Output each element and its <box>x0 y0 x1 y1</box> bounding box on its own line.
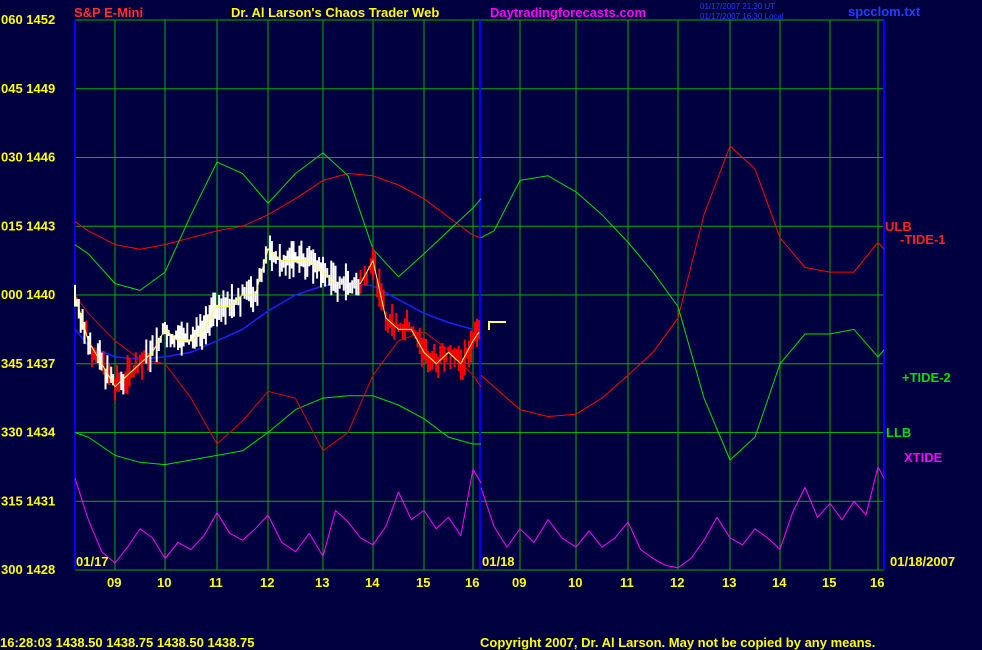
y-tick-label: 315 1431 <box>1 493 55 508</box>
copyright: Copyright 2007, Dr. Al Larson. May not b… <box>480 635 875 650</box>
x-tick-label: 13 <box>722 575 736 590</box>
date-label-full: 01/18/2007 <box>890 554 955 569</box>
x-tick-label: 13 <box>315 575 329 590</box>
y-tick-label: 000 1440 <box>1 287 55 302</box>
x-tick-label: 12 <box>670 575 684 590</box>
label-llb: LLB <box>886 425 911 440</box>
x-tick-label: 10 <box>568 575 582 590</box>
y-tick-label: 345 1437 <box>1 356 55 371</box>
data-file: spcclom.txt <box>848 4 921 19</box>
date-label-day2: 01/18 <box>482 554 515 569</box>
x-tick-label: 09 <box>512 575 526 590</box>
y-tick-label: 300 1428 <box>1 562 55 577</box>
label-tide1: -TIDE-1 <box>900 232 946 247</box>
x-tick-label: 16 <box>465 575 479 590</box>
timestamp-local: 01/17/2007 16:30 Local <box>700 12 784 21</box>
x-tick-label: 16 <box>870 575 884 590</box>
chart-background <box>0 0 982 650</box>
quote-line: 16:28:03 1438.50 1438.75 1438.50 1438.75 <box>0 635 254 650</box>
y-tick-label: 015 1443 <box>1 218 55 233</box>
chart-title: Dr. Al Larson's Chaos Trader Web <box>231 5 439 20</box>
x-tick-label: 12 <box>260 575 274 590</box>
label-xtide: XTIDE <box>904 450 943 465</box>
chart-canvas: S&P E-Mini Dr. Al Larson's Chaos Trader … <box>0 0 982 650</box>
label-tide2: +TIDE-2 <box>902 370 951 385</box>
y-tick-label: 045 1449 <box>1 81 55 96</box>
x-tick-label: 10 <box>157 575 171 590</box>
x-tick-label: 14 <box>772 575 787 590</box>
x-tick-label: 11 <box>209 575 223 590</box>
site-name: Daytradingforecasts.com <box>490 5 646 20</box>
x-tick-label: 15 <box>822 575 836 590</box>
timestamp-utc: 01/17/2007 21:30 UT <box>700 2 775 11</box>
y-tick-label: 330 1434 <box>1 425 56 440</box>
symbol-title: S&P E-Mini <box>74 5 143 20</box>
x-tick-label: 09 <box>107 575 121 590</box>
y-tick-label: 060 1452 <box>1 12 55 27</box>
x-tick-label: 14 <box>365 575 380 590</box>
x-tick-label: 15 <box>416 575 430 590</box>
date-label-day1: 01/17 <box>76 554 109 569</box>
x-tick-label: 11 <box>620 575 634 590</box>
y-tick-label: 030 1446 <box>1 150 55 165</box>
